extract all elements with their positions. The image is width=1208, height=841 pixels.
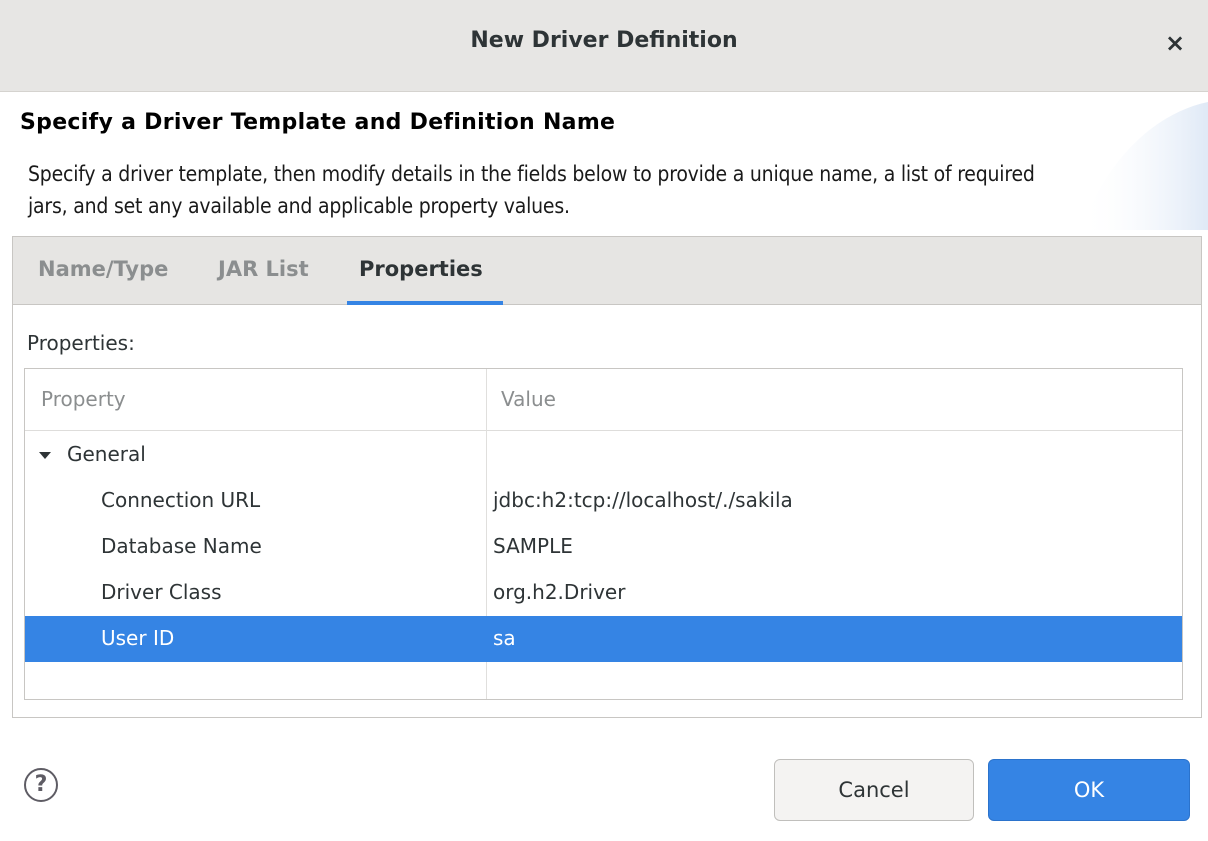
table-row[interactable]: Driver Class org.h2.Driver	[25, 570, 1182, 616]
tree-group-row[interactable]: General	[25, 432, 1182, 478]
tab-name-type[interactable]: Name/Type	[38, 257, 168, 281]
wizard-header: Specify a Driver Template and Definition…	[0, 92, 1208, 230]
triangle-down-icon[interactable]	[39, 452, 51, 459]
table-row-selected[interactable]: User ID sa	[25, 616, 1182, 662]
property-value[interactable]: org.h2.Driver	[493, 580, 625, 604]
property-name: Driver Class	[101, 580, 222, 604]
table-row[interactable]: Database Name SAMPLE	[25, 524, 1182, 570]
tab-jar-list[interactable]: JAR List	[218, 257, 309, 281]
column-header-value[interactable]: Value	[501, 387, 556, 411]
property-name: Database Name	[101, 534, 262, 558]
close-icon[interactable]: ×	[1158, 26, 1192, 60]
property-value[interactable]: sa	[493, 626, 516, 650]
tab-folder: Name/Type JAR List Properties Properties…	[12, 236, 1202, 718]
page-heading: Specify a Driver Template and Definition…	[20, 110, 616, 135]
tab-properties[interactable]: Properties	[359, 257, 483, 281]
banner-decoration	[1080, 102, 1208, 230]
table-row[interactable]: Connection URL jdbc:h2:tcp://localhost/.…	[25, 478, 1182, 524]
properties-table: Property Value General Connection URL jd…	[24, 368, 1183, 700]
property-name: User ID	[101, 626, 175, 650]
active-tab-indicator	[347, 301, 503, 305]
tab-strip: Name/Type JAR List Properties	[13, 237, 1201, 305]
dialog-title: New Driver Definition	[470, 28, 738, 53]
property-value[interactable]: jdbc:h2:tcp://localhost/./sakila	[493, 488, 793, 512]
property-name: Connection URL	[101, 488, 261, 512]
group-label: General	[67, 442, 146, 466]
cancel-button[interactable]: Cancel	[774, 759, 974, 821]
help-icon[interactable]: ?	[24, 768, 58, 802]
page-description: Specify a driver template, then modify d…	[28, 162, 1035, 218]
property-value[interactable]: SAMPLE	[493, 534, 573, 558]
properties-label: Properties:	[27, 331, 135, 355]
column-header-property[interactable]: Property	[41, 387, 126, 411]
dialog-titlebar: New Driver Definition ×	[0, 0, 1208, 92]
ok-button[interactable]: OK	[988, 759, 1190, 821]
table-header: Property Value	[25, 369, 1182, 431]
